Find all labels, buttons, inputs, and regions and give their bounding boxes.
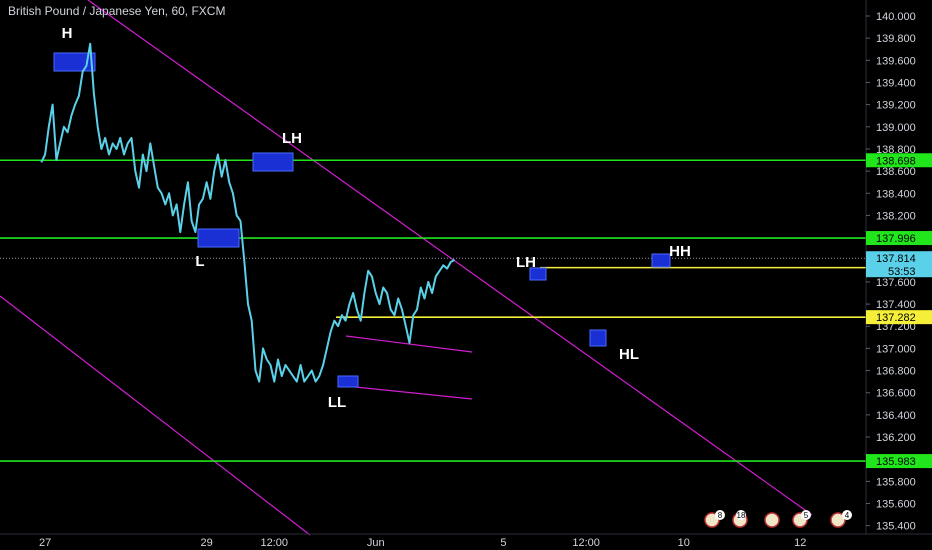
y-tick-label-136.600: 136.600 xyxy=(876,388,916,400)
last-price-label: 137.814 xyxy=(876,253,916,265)
y-tick-label-135.400: 135.400 xyxy=(876,521,916,533)
pattern-box-ll xyxy=(337,375,359,388)
pattern-box-l xyxy=(197,228,240,248)
x-tick-label-4: 5 xyxy=(500,537,506,549)
pattern-box-hl xyxy=(589,329,607,347)
event-count-3: 4 xyxy=(845,511,850,520)
y-tick-label-137.400: 137.400 xyxy=(876,299,916,311)
pattern-box-hh xyxy=(651,253,671,268)
chart[interactable]: HLHLLLLHHHHL135.400135.600135.800136.000… xyxy=(0,0,932,550)
x-tick-label-2: 12:00 xyxy=(260,537,288,549)
y-tick-label-139.400: 139.400 xyxy=(876,77,916,89)
price-tag-label-135.983: 135.983 xyxy=(876,456,916,468)
chart-background xyxy=(0,0,932,550)
chart-canvas[interactable]: HLHLLLLHHHHL135.400135.600135.800136.000… xyxy=(0,0,932,550)
annotation-lh-4: LH xyxy=(516,254,536,271)
price-tag-label-137.996: 137.996 xyxy=(876,233,916,245)
event-badge-icon-2 xyxy=(764,512,780,528)
y-tick-label-140.000: 140.000 xyxy=(876,11,916,23)
event-count-2: 5 xyxy=(804,511,809,520)
y-tick-label-138.400: 138.400 xyxy=(876,188,916,200)
y-tick-label-139.200: 139.200 xyxy=(876,100,916,112)
y-tick-label-138.200: 138.200 xyxy=(876,210,916,222)
symbol-title: British Pound / Japanese Yen, 60, FXCM xyxy=(8,4,226,18)
y-tick-label-139.000: 139.000 xyxy=(876,122,916,134)
y-tick-label-138.600: 138.600 xyxy=(876,166,916,178)
event-count-0: 8 xyxy=(718,511,723,520)
annotation-lh-1: LH xyxy=(282,130,302,147)
annotation-hl-6: HL xyxy=(619,346,639,363)
y-tick-label-136.400: 136.400 xyxy=(876,410,916,422)
y-tick-label-137.000: 137.000 xyxy=(876,343,916,355)
price-tag-label-138.698: 138.698 xyxy=(876,155,916,167)
y-tick-label-136.800: 136.800 xyxy=(876,366,916,378)
x-tick-label-7: 12 xyxy=(794,537,806,549)
x-tick-label-0: 27 xyxy=(39,537,51,549)
annotation-hh-5: HH xyxy=(669,243,691,260)
y-tick-label-136.200: 136.200 xyxy=(876,432,916,444)
x-tick-label-1: 29 xyxy=(201,537,213,549)
x-tick-label-5: 12:00 xyxy=(572,537,600,549)
annotation-ll-3: LL xyxy=(328,394,346,411)
bar-countdown-label: 53:53 xyxy=(888,266,916,278)
pattern-box-lh-1 xyxy=(252,152,294,172)
x-tick-label-3: Jun xyxy=(367,537,385,549)
y-tick-label-139.600: 139.600 xyxy=(876,55,916,67)
price-tag-label-137.282: 137.282 xyxy=(876,312,916,324)
annotation-l-2: L xyxy=(195,253,204,270)
y-tick-label-135.800: 135.800 xyxy=(876,476,916,488)
y-tick-label-137.600: 137.600 xyxy=(876,277,916,289)
y-tick-label-135.600: 135.600 xyxy=(876,499,916,511)
y-tick-label-139.800: 139.800 xyxy=(876,33,916,45)
x-tick-label-6: 10 xyxy=(678,537,690,549)
annotation-h-0: H xyxy=(62,25,73,42)
event-count-1: 18 xyxy=(737,511,746,520)
